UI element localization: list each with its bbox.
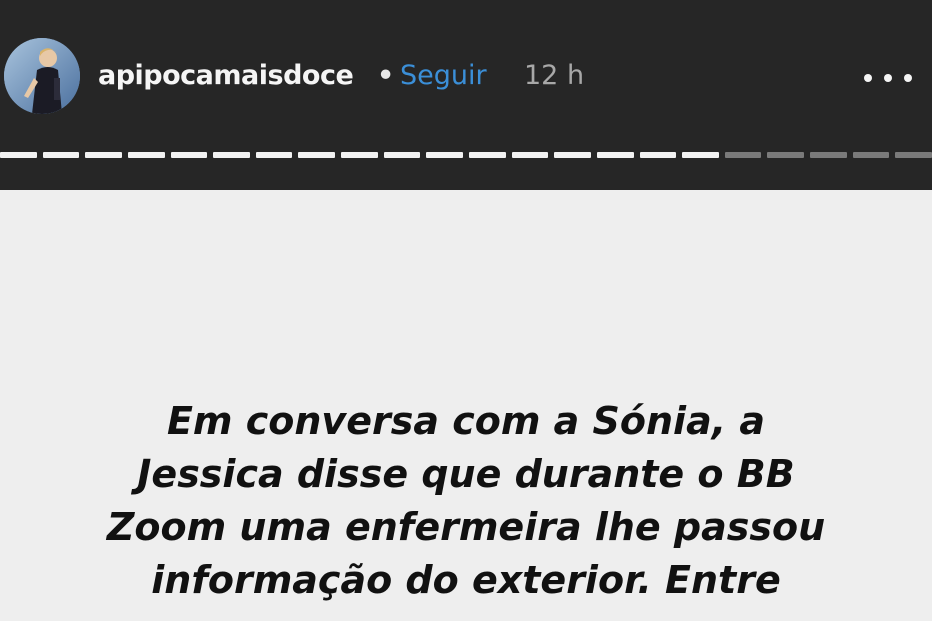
progress-segment (341, 152, 378, 158)
progress-segment (42, 152, 80, 158)
progress-segment (255, 152, 293, 158)
story-header: apipocamaisdoce • Seguir 12 h (0, 0, 932, 150)
story-text: Em conversa com a Sónia, a Jessica disse… (60, 395, 872, 607)
progress-segment (469, 152, 506, 158)
story-line: informação do exterior. Entre (151, 558, 781, 602)
progress-segment (724, 152, 762, 158)
avatar-image (4, 38, 80, 114)
progress-segment (682, 152, 719, 158)
separator-dot: • (377, 60, 395, 91)
progress-segment (298, 152, 336, 158)
progress-segment (852, 152, 890, 158)
story-line: Zoom uma enfermeira lhe passou (106, 505, 826, 549)
progress-segment (383, 152, 421, 158)
progress-segment (170, 152, 208, 158)
progress-segment (639, 152, 677, 158)
follow-button[interactable]: Seguir (400, 60, 487, 91)
progress-segment (0, 152, 37, 158)
progress-segment (213, 152, 250, 158)
story-progress-bar (0, 152, 932, 164)
progress-segment (127, 152, 165, 158)
progress-segment (554, 152, 591, 158)
profile-avatar[interactable] (4, 38, 80, 114)
story-content[interactable]: Em conversa com a Sónia, a Jessica disse… (0, 190, 932, 621)
progress-segment (426, 152, 463, 158)
progress-segment (596, 152, 634, 158)
progress-segment (511, 152, 549, 158)
username-link[interactable]: apipocamaisdoce (98, 60, 354, 91)
progress-segment (810, 152, 847, 158)
story-line: Em conversa com a Sónia, a (166, 399, 766, 443)
progress-segment (767, 152, 805, 158)
post-time: 12 h (524, 60, 585, 91)
progress-segment (895, 152, 932, 158)
more-options-icon[interactable] (858, 60, 918, 96)
story-line: Jessica disse que durante o BB (137, 452, 795, 496)
progress-segment (85, 152, 122, 158)
